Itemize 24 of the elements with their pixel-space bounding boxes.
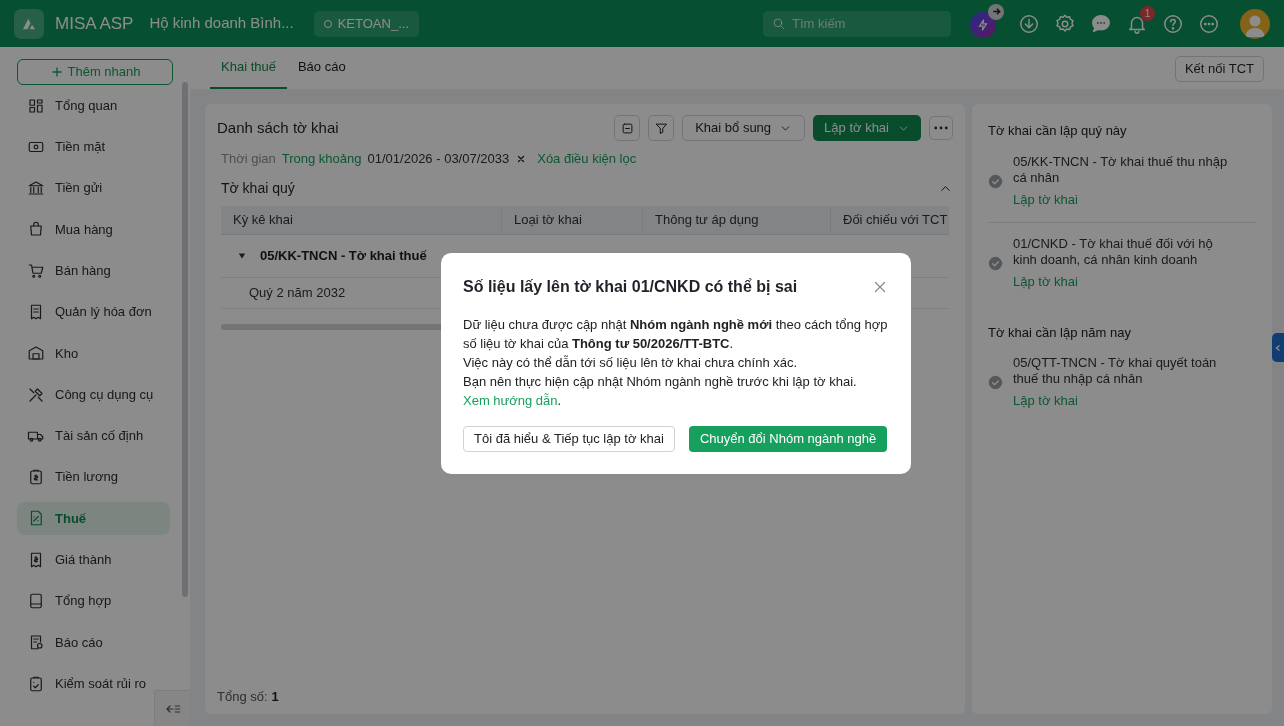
column-header: Thông tư áp dụng [643, 205, 831, 234]
filter-label: Thời gian [221, 150, 276, 168]
panel-section-title: Tờ khai cần lập quý này [988, 122, 1128, 140]
table-cell-text: Quý 2 năm 2032 [249, 283, 346, 302]
section-title: Tờ khai quý [221, 179, 295, 198]
dialog-title: Số liệu lấy lên tờ khai 01/CNKD có thể bị sai [463, 276, 799, 297]
column-header: Đối chiếu với TCT [842, 210, 949, 229]
group-title: 05/KK-TNCN - Tờ khai thuế [260, 246, 427, 265]
dialog-message: Xem hướng dẫn. [463, 391, 563, 410]
declaration-name: 05/QTT-TNCN - Tờ khai quyết toán thuế thu nhập cá nhân [1013, 355, 1218, 387]
declaration-name: 05/KK-TNCN - Tờ khai thuế thu nhập cá nhân [1013, 153, 1229, 186]
app-name: MISA ASP [55, 12, 134, 35]
date-range: 01/01/2026 - 03/07/2033 [367, 150, 510, 168]
total-label: Tổng số: [217, 687, 268, 706]
dialog-message: Bạn nên thực hiện cập nhật Nhóm ngành nghề trước khi lập tờ khai. [463, 372, 858, 391]
declaration-name: 01/CNKD - Tờ khai thuế đối với hộ kinh doanh, cá nhân kinh doanh [1013, 236, 1214, 268]
dialog-message: Dữ liệu chưa được cập nhật Nhóm ngành nghề mới theo cách tổng hợp số liệu tờ khai của Thông tư 50/2026/TT-BTC. [463, 315, 889, 353]
column-header: Loại tờ khai [502, 205, 643, 234]
total-value: 1 [271, 687, 279, 706]
panel-section-title: Tờ khai cần lập năm nay [988, 323, 1132, 342]
dialog-message: Việc này có thể dẫn tới số liệu lên tờ khai chưa chính xác. [463, 353, 799, 372]
notification-count: 1 [1140, 5, 1155, 21]
column-header: Kỳ kê khai [221, 205, 502, 234]
list-title: Danh sách tờ khai [217, 117, 339, 138]
